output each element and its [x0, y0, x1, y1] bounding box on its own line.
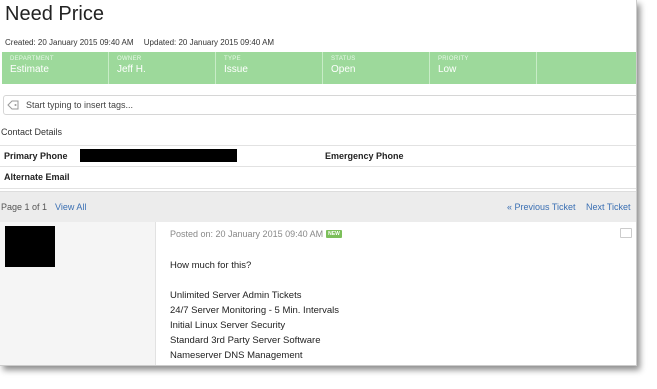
post-line [170, 273, 339, 288]
ticket-window: Need Price Created: 20 January 2015 09:4… [0, 0, 637, 366]
owner-field[interactable]: OWNER Jeff H. [109, 52, 216, 84]
tag-icon [7, 100, 21, 110]
contact-details-heading: Contact Details [1, 127, 63, 137]
next-ticket-link[interactable]: Next Ticket [586, 202, 631, 212]
post-body: How much for this? Unlimited Server Admi… [170, 258, 339, 363]
page-title: Need Price [5, 3, 104, 25]
tags-placeholder: Start typing to insert tags... [26, 100, 134, 110]
new-badge: NEW [326, 230, 342, 238]
emergency-phone-label: Emergency Phone [325, 151, 404, 161]
post-line: Nameserver DNS Management [170, 350, 303, 361]
post-content: Posted on: 20 January 2015 09:40 AM NEW … [156, 222, 636, 365]
status-value: Open [331, 64, 356, 75]
ticket-pager: Page 1 of 1 View All « Previous Ticket N… [0, 191, 636, 223]
priority-value: Low [438, 64, 457, 75]
type-value: Issue [224, 64, 248, 75]
tags-input[interactable]: Start typing to insert tags... [3, 95, 636, 115]
previous-ticket-link[interactable]: « Previous Ticket [507, 202, 576, 212]
primary-phone-label: Primary Phone [4, 151, 68, 161]
contact-row-phones: Primary Phone Emergency Phone [0, 145, 636, 167]
posted-on-text: Posted on: 20 January 2015 09:40 AM [170, 229, 324, 239]
type-label: TYPE [224, 56, 241, 62]
department-value: Estimate [10, 64, 49, 75]
alternate-email-label: Alternate Email [4, 172, 70, 182]
post-line: Unlimited Server Admin Tickets [170, 290, 302, 301]
type-field[interactable]: TYPE Issue [216, 52, 323, 84]
contact-row-email: Alternate Email [0, 166, 636, 189]
post-line: 24/7 Server Monitoring - 5 Min. Interval… [170, 305, 339, 316]
priority-label: PRIORITY [438, 56, 469, 62]
department-label: DEPARTMENT [10, 56, 54, 62]
ticket-meta: Created: 20 January 2015 09:40 AM Update… [5, 38, 282, 47]
post-line: Standard 3rd Party Server Software [170, 335, 321, 346]
page-indicator: Page 1 of 1 [1, 202, 48, 212]
owner-label: OWNER [117, 56, 142, 62]
priority-field[interactable]: PRIORITY Low [430, 52, 537, 84]
quote-icon[interactable] [620, 228, 632, 238]
status-label: STATUS [331, 56, 356, 62]
owner-value: Jeff H. [117, 64, 146, 75]
post-line: Initial Linux Server Security [170, 320, 286, 331]
avatar [5, 226, 55, 267]
post-author-panel [0, 222, 156, 365]
primary-phone-redacted [80, 149, 237, 162]
updated-date: Updated: 20 January 2015 09:40 AM [143, 38, 275, 47]
created-date: Created: 20 January 2015 09:40 AM [5, 38, 134, 47]
department-field[interactable]: DEPARTMENT Estimate [2, 52, 109, 84]
status-field[interactable]: STATUS Open [323, 52, 430, 84]
post-line: How much for this? [170, 260, 252, 271]
post-timestamp: Posted on: 20 January 2015 09:40 AM NEW [170, 229, 342, 239]
view-all-link[interactable]: View All [55, 202, 86, 212]
ticket-status-bar: DEPARTMENT Estimate OWNER Jeff H. TYPE I… [2, 52, 636, 84]
